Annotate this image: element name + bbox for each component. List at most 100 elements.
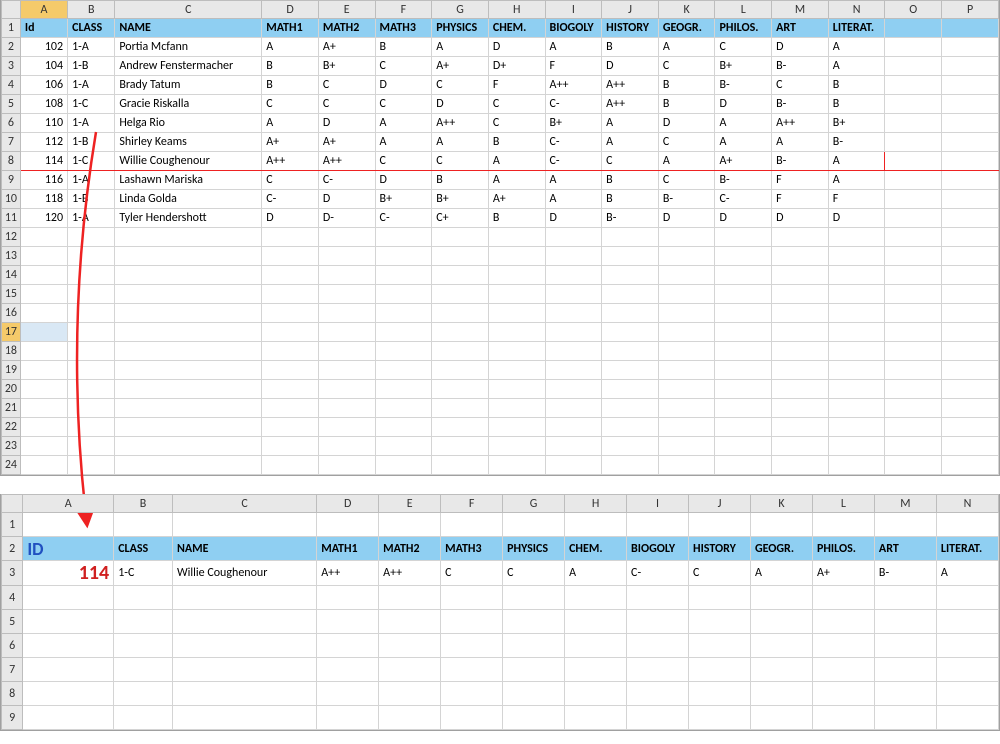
empty-cell[interactable] xyxy=(115,304,262,323)
empty-cell[interactable] xyxy=(68,437,115,456)
data-cell[interactable]: 1-A xyxy=(68,171,115,190)
data-cell[interactable] xyxy=(942,190,999,209)
empty-cell[interactable] xyxy=(68,380,115,399)
empty-cell[interactable] xyxy=(715,380,772,399)
empty-cell[interactable] xyxy=(379,682,441,706)
empty-cell[interactable] xyxy=(441,634,503,658)
empty-cell[interactable] xyxy=(318,399,375,418)
empty-cell[interactable] xyxy=(545,285,602,304)
data-cell[interactable]: C xyxy=(375,152,432,171)
empty-cell[interactable] xyxy=(114,634,173,658)
data-cell[interactable]: A xyxy=(715,133,772,152)
empty-cell[interactable] xyxy=(828,266,885,285)
empty-cell[interactable] xyxy=(936,706,998,730)
empty-cell[interactable] xyxy=(441,513,503,537)
data-cell[interactable] xyxy=(885,190,942,209)
data-cell[interactable]: 1-B xyxy=(68,190,115,209)
empty-cell[interactable] xyxy=(772,456,829,475)
data-cell[interactable]: F xyxy=(828,190,885,209)
data-cell[interactable]: D xyxy=(375,76,432,95)
data-cell[interactable]: A xyxy=(432,38,489,57)
data-cell[interactable]: 102 xyxy=(20,38,67,57)
empty-cell[interactable] xyxy=(545,418,602,437)
empty-cell[interactable] xyxy=(375,323,432,342)
data-cell[interactable]: A xyxy=(715,114,772,133)
data-cell[interactable]: D xyxy=(828,209,885,228)
empty-cell[interactable] xyxy=(602,437,659,456)
empty-cell[interactable] xyxy=(627,513,689,537)
data-cell[interactable]: D xyxy=(432,95,489,114)
empty-cell[interactable] xyxy=(689,513,751,537)
data-cell[interactable]: C+ xyxy=(432,209,489,228)
empty-cell[interactable] xyxy=(885,323,942,342)
data-cell[interactable]: B xyxy=(262,76,319,95)
empty-cell[interactable] xyxy=(828,456,885,475)
empty-cell[interactable] xyxy=(114,610,173,634)
empty-cell[interactable] xyxy=(715,266,772,285)
data-cell[interactable]: C- xyxy=(375,209,432,228)
empty-cell[interactable] xyxy=(488,228,545,247)
row-header-8[interactable]: 8 xyxy=(2,682,23,706)
empty-cell[interactable] xyxy=(432,304,489,323)
data-cell[interactable]: 116 xyxy=(20,171,67,190)
data-cell[interactable]: C- xyxy=(545,133,602,152)
empty-cell[interactable] xyxy=(828,247,885,266)
empty-cell[interactable] xyxy=(602,456,659,475)
empty-cell[interactable] xyxy=(658,285,715,304)
empty-cell[interactable] xyxy=(379,610,441,634)
empty-cell[interactable] xyxy=(772,228,829,247)
data-cell[interactable]: A xyxy=(658,38,715,57)
empty-cell[interactable] xyxy=(627,706,689,730)
data-cell[interactable]: F xyxy=(488,76,545,95)
empty-cell[interactable] xyxy=(503,682,565,706)
header-cell[interactable]: CHEM. xyxy=(565,537,627,561)
data-cell[interactable] xyxy=(942,95,999,114)
data-cell[interactable]: Linda Golda xyxy=(115,190,262,209)
empty-cell[interactable] xyxy=(828,380,885,399)
data-cell[interactable]: C xyxy=(658,57,715,76)
empty-cell[interactable] xyxy=(772,380,829,399)
data-cell[interactable]: 1-C xyxy=(68,152,115,171)
empty-cell[interactable] xyxy=(750,658,812,682)
column-header-C[interactable]: C xyxy=(172,495,316,513)
header-cell[interactable]: GEOGR. xyxy=(750,537,812,561)
empty-cell[interactable] xyxy=(658,323,715,342)
empty-cell[interactable] xyxy=(689,706,751,730)
data-cell[interactable] xyxy=(885,95,942,114)
empty-cell[interactable] xyxy=(318,228,375,247)
data-cell[interactable]: C- xyxy=(545,95,602,114)
empty-cell[interactable] xyxy=(23,586,114,610)
data-cell[interactable]: A xyxy=(545,38,602,57)
header-cell[interactable]: ART xyxy=(874,537,936,561)
empty-cell[interactable] xyxy=(375,228,432,247)
data-cell[interactable] xyxy=(942,171,999,190)
row-header-16[interactable]: 16 xyxy=(2,304,21,323)
empty-cell[interactable] xyxy=(627,682,689,706)
data-cell[interactable]: C xyxy=(432,152,489,171)
empty-cell[interactable] xyxy=(488,456,545,475)
data-cell[interactable]: D xyxy=(715,209,772,228)
empty-cell[interactable] xyxy=(488,266,545,285)
empty-cell[interactable] xyxy=(936,586,998,610)
empty-cell[interactable] xyxy=(658,228,715,247)
data-cell[interactable]: B+ xyxy=(828,114,885,133)
empty-cell[interactable] xyxy=(602,266,659,285)
empty-cell[interactable] xyxy=(828,285,885,304)
empty-cell[interactable] xyxy=(23,610,114,634)
data-cell[interactable]: D xyxy=(658,114,715,133)
data-cell[interactable] xyxy=(885,133,942,152)
data-cell[interactable]: A xyxy=(488,171,545,190)
data-cell[interactable]: A xyxy=(375,133,432,152)
row-header-22[interactable]: 22 xyxy=(2,418,21,437)
data-cell[interactable]: D xyxy=(602,57,659,76)
empty-cell[interactable] xyxy=(772,418,829,437)
empty-cell[interactable] xyxy=(565,610,627,634)
empty-cell[interactable] xyxy=(114,513,173,537)
data-cell[interactable]: A xyxy=(565,561,627,586)
data-cell[interactable]: 110 xyxy=(20,114,67,133)
header-cell[interactable]: LITERAT. xyxy=(828,19,885,38)
data-cell[interactable]: B- xyxy=(874,561,936,586)
header-cell[interactable]: PHILOS. xyxy=(715,19,772,38)
empty-cell[interactable] xyxy=(375,380,432,399)
data-cell[interactable]: D xyxy=(318,190,375,209)
